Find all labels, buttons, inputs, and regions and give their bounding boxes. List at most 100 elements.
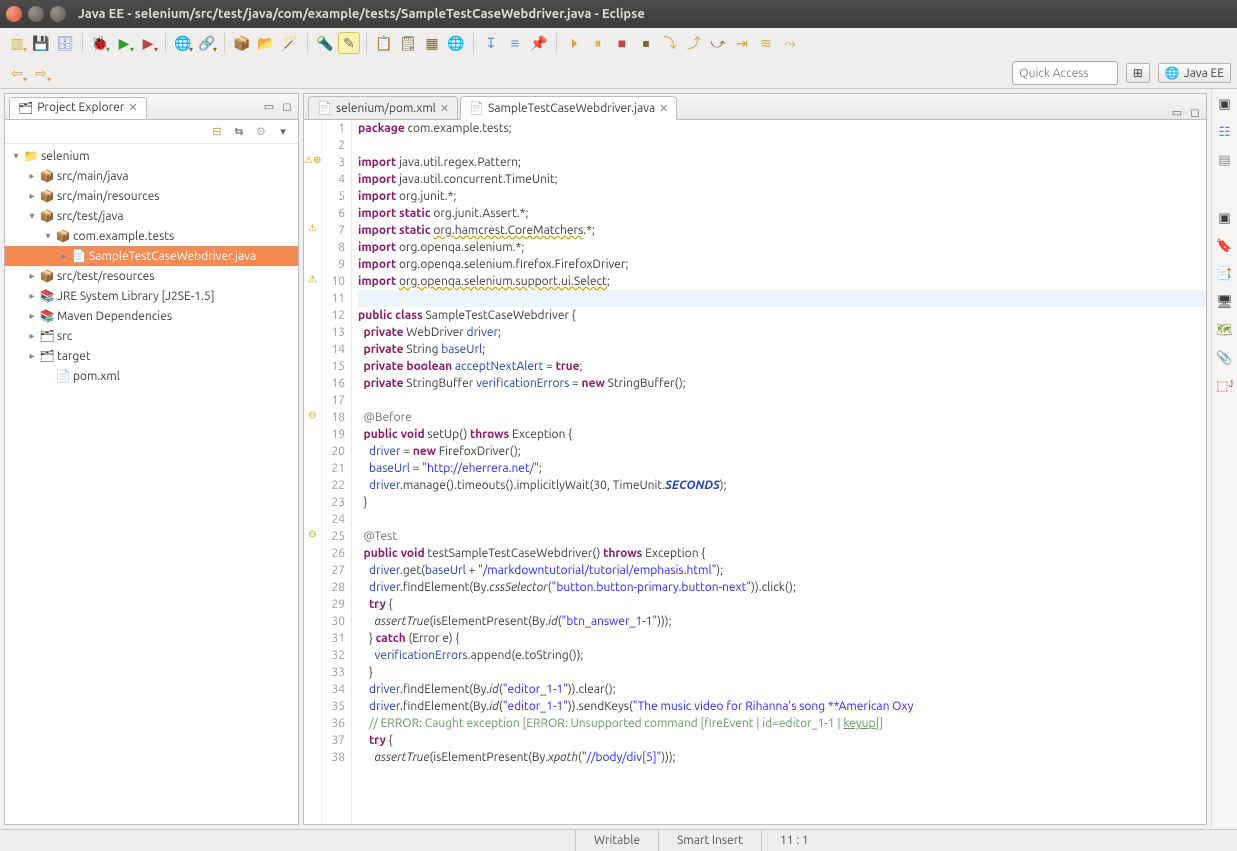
wand-icon[interactable]: 🪄 <box>279 32 301 54</box>
editor-panel: 📄selenium/pom.xml✕📄SampleTestCaseWebdriv… <box>303 93 1207 825</box>
minimize-icon[interactable]: ▭ <box>1170 105 1184 119</box>
back-icon[interactable]: ⇦▾ <box>6 62 28 84</box>
separator <box>307 33 308 53</box>
separator <box>82 33 83 53</box>
new-connection-icon[interactable]: 🔗▾ <box>196 32 218 54</box>
restore2-icon[interactable]: ▣ <box>1216 209 1234 227</box>
tree-node[interactable]: ▸📄SampleTestCaseWebdriver.java <box>5 246 298 266</box>
forward-icon[interactable]: ⇨▾ <box>30 62 52 84</box>
tree-node[interactable]: ▸📦src/test/resources <box>5 266 298 286</box>
tree-node[interactable]: ▸📚JRE System Library [J2SE-1.5] <box>5 286 298 306</box>
separator <box>556 33 557 53</box>
maximize-icon[interactable]: ◻ <box>280 100 294 114</box>
data-source-icon[interactable]: 🗺 <box>1216 321 1234 339</box>
status-writable: Writable <box>575 830 658 851</box>
collapse-all-icon[interactable]: ⊟ <box>210 125 224 139</box>
tree-node[interactable]: ▸🗂target <box>5 346 298 366</box>
search-icon[interactable]: 🔦 <box>314 32 336 54</box>
view-rail: ▣ ☷ ▤ ▣ 🔖 📑 🖥 🗺 📎 ⬚ᴶ <box>1211 89 1237 829</box>
tree-node[interactable]: ▾📦src/test/java <box>5 206 298 226</box>
separator <box>366 33 367 53</box>
project-tree[interactable]: ▾📁selenium▸📦src/main/java▸📦src/main/reso… <box>5 144 298 824</box>
next-annotation-icon[interactable]: ↧ <box>480 32 502 54</box>
outline-icon[interactable]: ▦ <box>421 32 443 54</box>
tree-node[interactable]: ▸🗂src <box>5 326 298 346</box>
restore-icon[interactable]: ▣ <box>1216 95 1234 113</box>
step-return-icon[interactable]: ⤴ <box>683 32 705 54</box>
javaee-perspective-button[interactable]: 🌐 Java EE <box>1158 63 1231 83</box>
servers-view-icon[interactable]: 🖥 <box>1216 293 1234 311</box>
step-over-icon[interactable]: ⏵ <box>563 32 585 54</box>
toggle-mark-icon[interactable]: ✎ <box>338 32 360 54</box>
step-into-icon[interactable]: ⤵ <box>659 32 681 54</box>
save-all-icon[interactable]: 🗄 <box>54 32 76 54</box>
tasklist-view-icon[interactable]: ▤ <box>1216 151 1234 169</box>
marker-bar[interactable]: ⚠⊕⚠⚠⊖⊖ <box>304 120 322 824</box>
window-minimize-button[interactable] <box>28 6 44 22</box>
tree-node[interactable]: ▸📚Maven Dependencies <box>5 306 298 326</box>
window-close-button[interactable] <box>6 6 22 22</box>
new-icon[interactable]: ▥▾ <box>6 32 28 54</box>
tree-node[interactable]: ▾📁selenium <box>5 146 298 166</box>
separator <box>165 33 166 53</box>
window-titlebar: Java EE - selenium/src/test/java/com/exa… <box>0 0 1237 28</box>
editor-tabs: 📄selenium/pom.xml✕📄SampleTestCaseWebdriv… <box>304 94 1206 120</box>
markers-view-icon[interactable]: 🔖 <box>1216 237 1234 255</box>
main-toolbar: ▥▾ 💾 🗄 🐞▾ ▶▾ ▶▾ 🌐▾ 🔗▾ 📦 📂 🪄 🔦 ✎ 📋 🗒 ▦ 🌐 … <box>0 28 1237 89</box>
window-title: Java EE - selenium/src/test/java/com/exa… <box>78 7 645 21</box>
code-editor[interactable]: ⚠⊕⚠⚠⊖⊖ 123456789101112131415161718192021… <box>304 120 1206 824</box>
outline-view-icon[interactable]: ☷ <box>1216 123 1234 141</box>
console-view-icon[interactable]: ⬚ᴶ <box>1216 377 1234 395</box>
tree-node[interactable]: ▸📦src/main/java <box>5 166 298 186</box>
main-area: 🗂 Project Explorer ✕ ▭ ◻ ⊟ ⇆ ⚙ ▾ ▾📁selen… <box>0 89 1237 829</box>
browser-icon[interactable]: 🌐 <box>445 32 467 54</box>
view-menu-icon[interactable]: ▾ <box>276 125 290 139</box>
tree-node[interactable]: ▾📦com.example.tests <box>5 226 298 246</box>
new-package-icon[interactable]: 📦 <box>231 32 253 54</box>
status-cursor-pos: 11 : 1 <box>761 830 827 851</box>
file-icon: 📄 <box>317 101 332 115</box>
new-server-icon[interactable]: 🌐▾ <box>172 32 194 54</box>
minimize-icon[interactable]: ▭ <box>262 100 276 114</box>
pin-icon[interactable]: 📌 <box>528 32 550 54</box>
run-icon[interactable]: ▶▾ <box>113 32 135 54</box>
debug-icon[interactable]: 🐞▾ <box>89 32 111 54</box>
properties-view-icon[interactable]: 📑 <box>1216 265 1234 283</box>
open-type-icon[interactable]: 📋 <box>373 32 395 54</box>
drop-frame-icon[interactable]: ⤻ <box>707 32 729 54</box>
source-area[interactable]: package com.example.tests; import java.u… <box>352 120 1206 824</box>
editor-tab[interactable]: 📄selenium/pom.xml✕ <box>308 96 458 120</box>
terminate-icon[interactable]: ≋ <box>755 32 777 54</box>
snippets-view-icon[interactable]: 📎 <box>1216 349 1234 367</box>
tree-node[interactable]: ▸📦src/main/resources <box>5 186 298 206</box>
window-maximize-button[interactable] <box>50 6 66 22</box>
link-editor-icon[interactable]: ⇆ <box>232 125 246 139</box>
stop-icon[interactable]: ■ <box>611 32 633 54</box>
file-icon: 📄 <box>469 101 484 115</box>
save-icon[interactable]: 💾 <box>30 32 52 54</box>
project-explorer-icon: 🗂 <box>18 101 33 115</box>
new-class-icon[interactable]: 📂 <box>255 32 277 54</box>
line-gutter[interactable]: 1234567891011121314151617181920212223242… <box>322 120 352 824</box>
tree-node[interactable]: 📄pom.xml <box>5 366 298 386</box>
close-icon[interactable]: ✕ <box>440 102 449 115</box>
status-bar: Writable Smart Insert 11 : 1 <box>0 829 1237 851</box>
run-last-icon[interactable]: ▶▾ <box>137 32 159 54</box>
editor-tab[interactable]: 📄SampleTestCaseWebdriver.java✕ <box>460 96 677 120</box>
separator <box>224 33 225 53</box>
resume-icon[interactable]: ⇥ <box>731 32 753 54</box>
skip-icon[interactable]: ⤳ <box>779 32 801 54</box>
prev-annotation-icon[interactable]: ≡ <box>504 32 526 54</box>
open-task-icon[interactable]: 🗒 <box>397 32 419 54</box>
close-icon[interactable]: ✕ <box>659 102 668 115</box>
pause-icon[interactable]: ⏸ <box>587 32 609 54</box>
project-explorer-tab[interactable]: 🗂 Project Explorer ✕ <box>9 97 147 119</box>
filter-icon[interactable]: ⚙ <box>254 125 268 139</box>
quick-access-input[interactable]: Quick Access <box>1012 61 1117 85</box>
open-perspective-button[interactable]: ⊞ <box>1126 63 1150 83</box>
status-insert: Smart Insert <box>658 830 761 851</box>
close-icon[interactable]: ✕ <box>128 101 137 114</box>
disconnect-icon[interactable]: ⏹ <box>635 32 657 54</box>
maximize-icon[interactable]: ◻ <box>1188 105 1202 119</box>
project-explorer-panel: 🗂 Project Explorer ✕ ▭ ◻ ⊟ ⇆ ⚙ ▾ ▾📁selen… <box>4 93 299 825</box>
